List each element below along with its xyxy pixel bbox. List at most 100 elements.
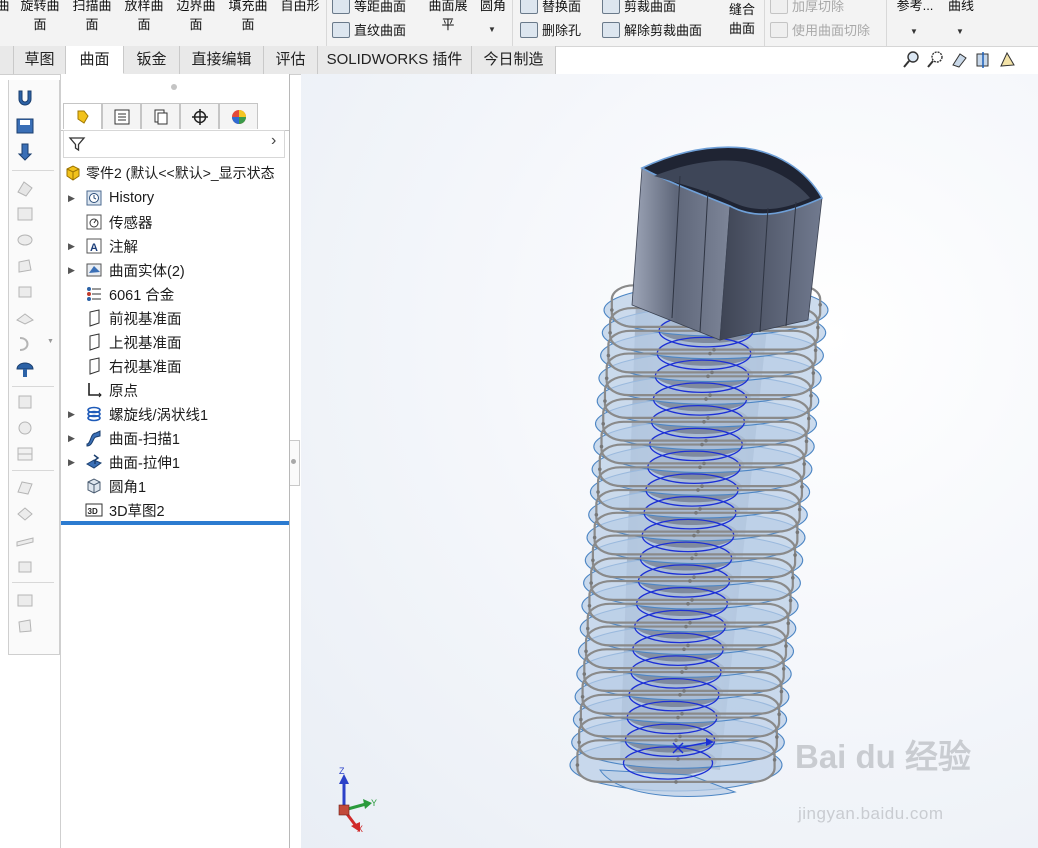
left-command-strip: ▼ [8, 80, 60, 655]
extruded-surface-icon [85, 454, 103, 469]
tree-root-part[interactable]: 零件2 (默认<<默认>_显示状态 [64, 162, 289, 184]
expand-arrow-icon[interactable]: ▶ [68, 457, 75, 468]
part-icon [66, 165, 80, 181]
crosshair-icon [191, 108, 208, 125]
expand-arrow-icon[interactable]: ▶ [68, 193, 75, 204]
disabled-tool-icon-9 [18, 421, 32, 435]
thicken-cut-icon [770, 0, 788, 14]
disabled-tool-icon-12 [17, 507, 33, 521]
delete-hole-button[interactable]: 删除孔 [520, 20, 581, 39]
section-view-icon[interactable] [974, 50, 993, 69]
disabled-tool-icon-5 [18, 286, 32, 298]
tree-item-material[interactable]: 6061 合金 [85, 282, 174, 306]
fillet-dropdown-icon[interactable]: ▼ [488, 25, 496, 34]
dynamic-annotation-icon[interactable] [998, 50, 1017, 69]
tree-item-right-plane[interactable]: 右视基准面 [85, 354, 182, 378]
magnet-icon[interactable] [14, 88, 36, 108]
flatten-surface-button[interactable]: 曲面展 平 [424, 0, 472, 34]
more-tools-dropdown-icon[interactable]: ▼ [47, 338, 54, 345]
replace-face-button[interactable]: 替换面 [520, 0, 581, 15]
material-icon [87, 287, 101, 301]
tab-direct-editing[interactable]: 直接编辑 [180, 46, 264, 74]
tree-item-sensors[interactable]: 传感器 [85, 210, 153, 234]
expand-arrow-icon[interactable]: ▶ [68, 409, 75, 420]
filled-surface-button[interactable]: 填充曲 面 [224, 0, 272, 34]
offset-surface-button[interactable]: 等距曲面 [332, 0, 406, 15]
disabled-tool-icon-6 [16, 313, 34, 325]
knit-surface-button[interactable]: 缝合 曲面 [722, 0, 762, 38]
previous-view-icon[interactable] [950, 50, 969, 69]
boundary-surface-button[interactable]: 边界曲 面 [172, 0, 220, 34]
expand-arrow-icon[interactable]: ▶ [68, 265, 75, 276]
ruled-surface-icon [332, 21, 350, 38]
property-manager-tab[interactable] [102, 103, 141, 129]
zoom-to-area-icon[interactable] [926, 50, 945, 69]
plane-icon [89, 333, 100, 351]
surface-tool-icon[interactable] [14, 142, 36, 162]
tree-item-surface-bodies[interactable]: ▶ 曲面实体(2) [68, 258, 185, 282]
tree-item-extruded-surface[interactable]: ▶ 曲面-拉伸1 [68, 450, 180, 474]
revolved-surface-button[interactable]: 旋转曲 面 [16, 0, 64, 34]
trim-surface-button[interactable]: 剪裁曲面 [602, 0, 676, 15]
baidu-watermark-logo: Bai du 经验 [795, 738, 972, 775]
swept-surface-button[interactable]: 扫描曲 面 [68, 0, 116, 34]
configuration-manager-tab[interactable] [141, 103, 180, 129]
offset-surface-icon [332, 0, 350, 14]
history-icon [86, 190, 102, 206]
tab-partial[interactable] [0, 46, 14, 74]
disabled-tool-icon-11 [17, 481, 33, 495]
property-list-icon [114, 109, 129, 124]
feature-manager-tab[interactable] [63, 103, 102, 129]
lofted-surface-button[interactable]: 放样曲 面 [120, 0, 168, 34]
tree-item-3d-sketch[interactable]: 3D 3D草图2 [85, 498, 165, 522]
reference-geometry-button[interactable]: 参考... [892, 0, 938, 15]
save-icon[interactable] [14, 116, 36, 136]
svg-text:A: A [90, 242, 98, 254]
disabled-tool-icon-2 [17, 207, 33, 221]
fillet-button[interactable]: 圆角 [476, 0, 510, 15]
tree-item-fillet[interactable]: 圆角1 [85, 474, 146, 498]
extruded-square-surface [631, 146, 824, 341]
tree-item-helix[interactable]: ▶ 螺旋线/涡状线1 [68, 402, 208, 426]
panel-collapse-handle[interactable] [290, 440, 300, 486]
curves-button[interactable]: 曲线 [944, 0, 978, 15]
appearance-sphere-icon [231, 109, 246, 124]
curves-dropdown-icon[interactable]: ▼ [956, 27, 964, 36]
tab-sketch[interactable]: 草图 [14, 46, 66, 74]
tab-solidworks-addins[interactable]: SOLIDWORKS 插件 [318, 46, 472, 74]
disabled-tool-icon-16 [18, 619, 32, 633]
mushroom-tool-icon[interactable] [14, 360, 36, 380]
untrim-surface-button[interactable]: 解除剪裁曲面 [602, 20, 702, 39]
tree-item-history[interactable]: ▶ History [68, 186, 154, 210]
origin-icon [88, 383, 102, 398]
display-manager-tab[interactable] [219, 103, 258, 129]
expand-arrow-icon[interactable]: ▶ [68, 241, 75, 252]
ruled-surface-button[interactable]: 直纹曲面 [332, 20, 406, 39]
disabled-tool-icon-4 [18, 259, 32, 273]
freeform-button[interactable]: 自由形 [276, 0, 324, 15]
tab-evaluate[interactable]: 评估 [264, 46, 318, 74]
cut-with-surface-button[interactable]: 使用曲面切除 [770, 20, 870, 39]
ribbon-partial-button[interactable]: 曲 [0, 0, 10, 15]
rollback-bar[interactable] [61, 521, 289, 525]
reference-dropdown-icon[interactable]: ▼ [910, 27, 918, 36]
sensor-icon [86, 214, 102, 230]
tab-today-manufacturing[interactable]: 今日制造 [472, 46, 556, 74]
tree-item-top-plane[interactable]: 上视基准面 [85, 330, 182, 354]
tab-sheet-metal[interactable]: 钣金 [124, 46, 180, 74]
dimxpert-manager-tab[interactable] [180, 103, 219, 129]
tree-item-swept-surface[interactable]: ▶ 曲面-扫描1 [68, 426, 180, 450]
disabled-tool-icon-3 [17, 234, 33, 246]
tab-surfaces[interactable]: 曲面 [66, 46, 124, 74]
tree-item-front-plane[interactable]: 前视基准面 [85, 306, 182, 330]
triad-y-label: Y [371, 798, 378, 808]
zoom-to-fit-icon[interactable] [902, 50, 921, 69]
panel-grip[interactable] [171, 84, 177, 90]
tree-filter-box[interactable] [63, 130, 285, 158]
replace-face-icon [520, 0, 538, 14]
3d-sketch-icon: 3D [85, 503, 103, 517]
expand-arrow-icon[interactable]: ▶ [68, 433, 75, 444]
tree-item-origin[interactable]: 原点 [85, 378, 138, 402]
tree-item-annotations[interactable]: ▶ A 注解 [68, 234, 138, 258]
thicken-cut-button[interactable]: 加厚切除 [770, 0, 844, 15]
